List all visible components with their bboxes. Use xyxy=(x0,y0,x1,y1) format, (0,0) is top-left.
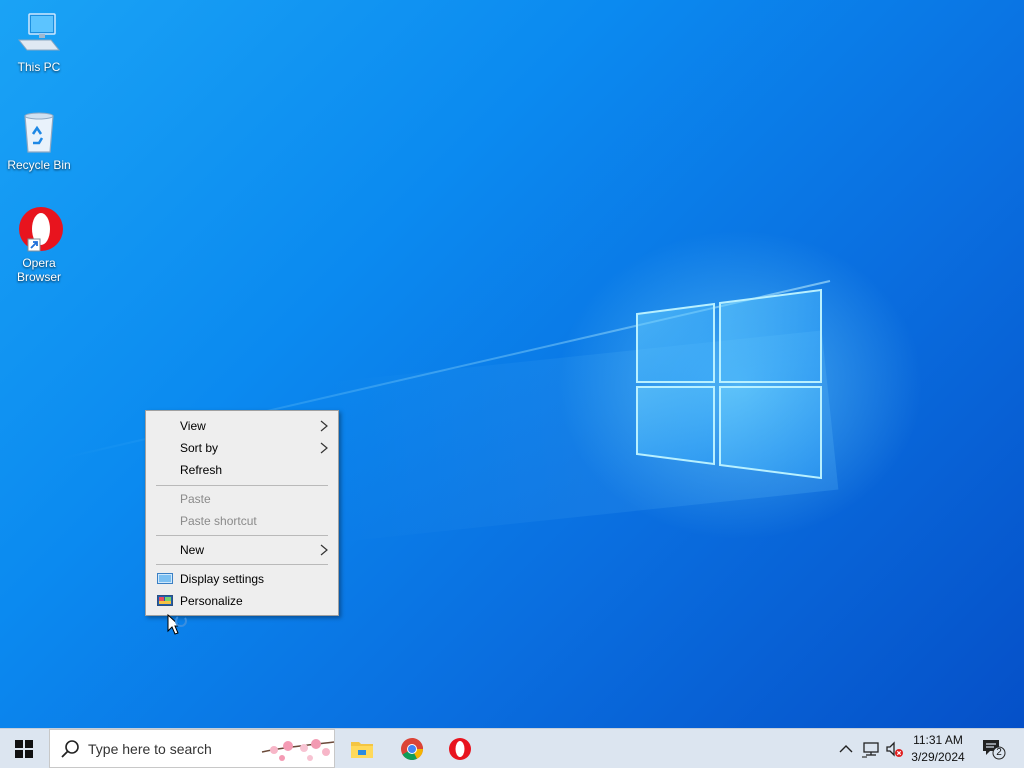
clock-time: 11:31 AM xyxy=(913,733,963,747)
desktop-icon-recycle-bin[interactable]: Recycle Bin xyxy=(1,108,77,172)
menu-item-label: Display settings xyxy=(180,572,265,586)
menu-item-label: Personalize xyxy=(180,594,243,608)
taskbar-file-explorer[interactable] xyxy=(338,729,386,769)
mouse-cursor-busy-icon xyxy=(167,614,187,635)
menu-item-personalize[interactable]: Personalize xyxy=(148,590,336,612)
menu-separator xyxy=(156,564,328,565)
menu-item-display-settings[interactable]: Display settings xyxy=(148,568,336,590)
menu-item-label: New xyxy=(180,543,205,557)
volume-muted-icon[interactable] xyxy=(884,739,904,759)
desktop-context-menu: View Sort by Refresh Paste Paste shortcu… xyxy=(145,410,339,616)
recycle-bin-icon xyxy=(15,108,63,156)
menu-item-refresh[interactable]: Refresh xyxy=(148,459,336,481)
personalize-icon xyxy=(157,595,173,606)
desktop-icon-label: Opera Browser xyxy=(16,256,61,284)
search-icon xyxy=(61,740,79,758)
taskbar-search-box[interactable]: Type here to search xyxy=(49,729,335,768)
desktop-icon-label: This PC xyxy=(17,60,61,74)
menu-item-label: Refresh xyxy=(180,463,223,477)
clock-date: 3/29/2024 xyxy=(911,750,965,764)
search-placeholder: Type here to search xyxy=(88,741,212,757)
menu-item-label: Paste shortcut xyxy=(180,514,257,528)
notification-count-badge: 2 xyxy=(996,747,1002,758)
start-button[interactable] xyxy=(0,729,48,769)
menu-separator xyxy=(156,485,328,486)
taskbar-chrome[interactable] xyxy=(388,729,436,769)
menu-separator xyxy=(156,535,328,536)
desktop-icon-this-pc[interactable]: This PC xyxy=(1,10,77,74)
desktop-background[interactable]: This PC Recycle Bin Opera Browser View S… xyxy=(0,0,1024,728)
menu-item-label: Paste xyxy=(180,492,211,506)
opera-icon xyxy=(15,206,63,254)
search-highlight-blossom-icon xyxy=(261,739,335,761)
menu-item-sort-by[interactable]: Sort by xyxy=(148,437,336,459)
menu-item-label: Sort by xyxy=(180,441,219,455)
menu-item-label: View xyxy=(180,419,206,433)
menu-item-paste[interactable]: Paste xyxy=(148,488,336,510)
windows-logo-wallpaper xyxy=(636,288,822,480)
chevron-right-icon xyxy=(320,544,328,556)
menu-item-new[interactable]: New xyxy=(148,539,336,561)
taskbar-opera[interactable] xyxy=(436,729,484,769)
chevron-up-icon[interactable] xyxy=(836,739,856,759)
opera-icon xyxy=(449,738,471,760)
taskbar-clock[interactable]: 11:31 AM 3/29/2024 xyxy=(902,732,974,766)
taskbar: Type here to search 11:31 AM 3/29/2024 2 xyxy=(0,728,1024,768)
windows-start-icon xyxy=(15,740,33,758)
network-icon[interactable] xyxy=(861,739,881,759)
chrome-icon xyxy=(401,738,423,760)
menu-item-view[interactable]: View xyxy=(148,415,336,437)
chevron-right-icon xyxy=(320,442,328,454)
menu-item-paste-shortcut[interactable]: Paste shortcut xyxy=(148,510,336,532)
action-center-button[interactable]: 2 xyxy=(980,737,1006,761)
chevron-right-icon xyxy=(320,420,328,432)
desktop-icon-opera-browser[interactable]: Opera Browser xyxy=(1,206,77,284)
desktop-icon-label: Recycle Bin xyxy=(7,158,71,172)
computer-icon xyxy=(15,10,63,58)
file-explorer-icon xyxy=(351,742,373,758)
display-settings-icon xyxy=(157,573,173,584)
